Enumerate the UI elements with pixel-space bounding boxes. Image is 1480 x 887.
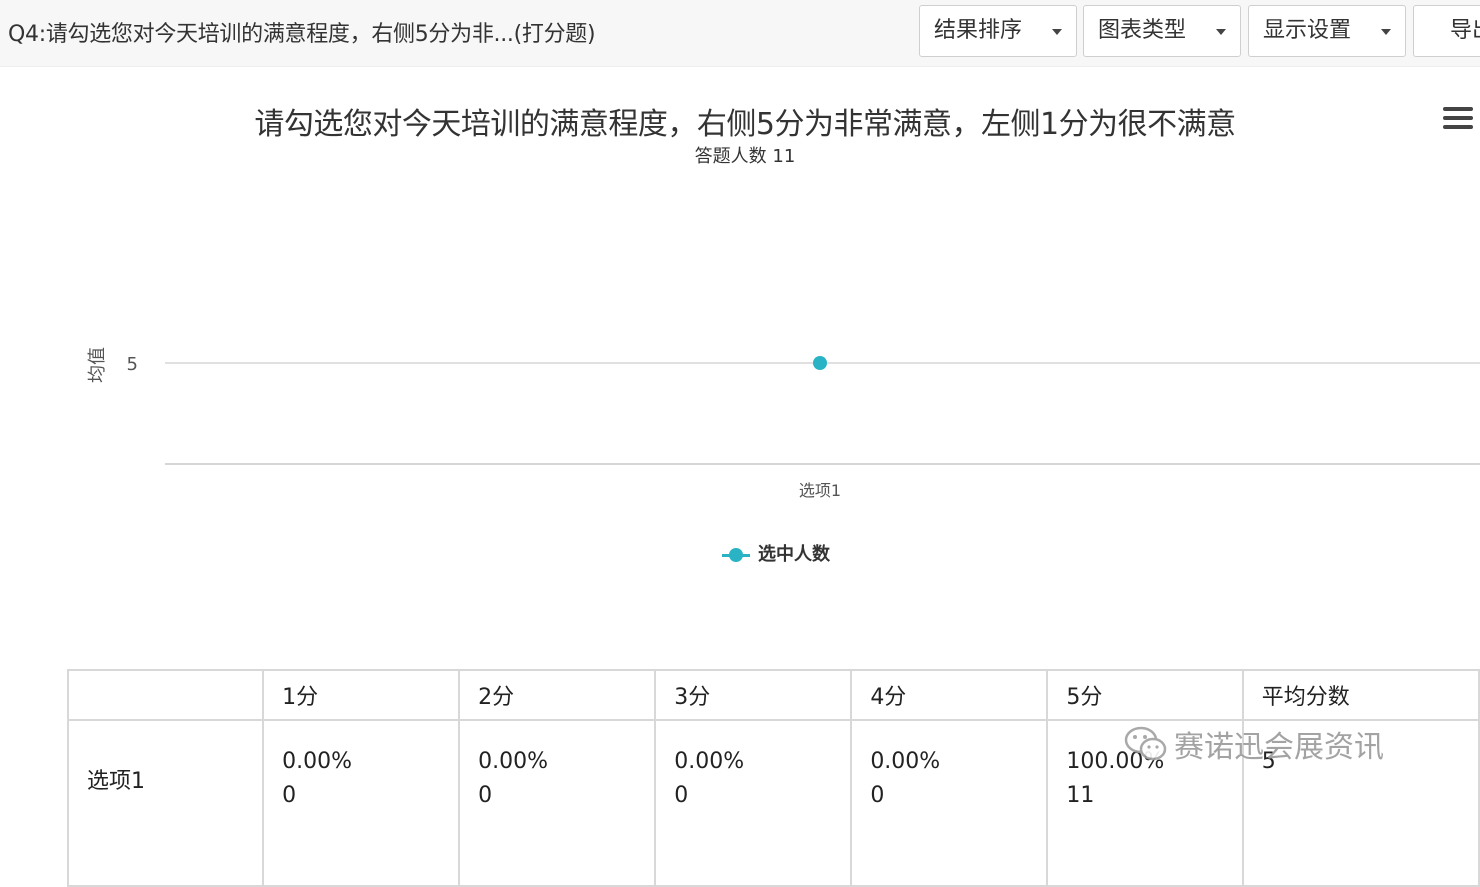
- watermark-text: 赛诺迅会展资讯: [1174, 730, 1384, 765]
- table-cell: 0.00% 0: [654, 719, 853, 887]
- table-header-cell: 1分: [262, 669, 461, 721]
- legend-label: 选中人数: [758, 544, 830, 565]
- table-header-cell: 平均分数: [1241, 669, 1480, 721]
- y-tick-label: 5: [127, 354, 138, 375]
- table-header-cell: 4分: [850, 669, 1049, 721]
- table-cell: 0.00% 0: [262, 719, 461, 887]
- data-point: [813, 356, 827, 370]
- x-tick-label: 选项1: [799, 481, 841, 500]
- table-cell: 0.00% 0: [458, 719, 657, 887]
- results-table: 1分 2分 3分 4分 5分 平均分数 选项1 0.00% 0 0.00% 0 0.…: [66, 669, 1480, 887]
- table-header-cell: 5分: [1046, 669, 1244, 721]
- table-header-row: 1分 2分 3分 4分 5分 平均分数: [66, 669, 1480, 721]
- row-label: 选项1: [66, 719, 265, 887]
- table-header-cell: 2分: [458, 669, 657, 721]
- legend-marker-icon: [722, 542, 750, 568]
- chart-plot: 5 选项1: [127, 354, 1480, 500]
- cell-percent: 0.00%: [674, 749, 745, 774]
- wechat-icon: [1124, 726, 1167, 761]
- table-header-cell: [66, 669, 265, 721]
- table-header-cell: 3分: [654, 669, 853, 721]
- cell-percent: 0.00%: [282, 749, 352, 774]
- cell-percent: 0.00%: [478, 749, 549, 774]
- table-cell: 0.00% 0: [850, 719, 1049, 887]
- cell-percent: 0.00%: [870, 749, 941, 774]
